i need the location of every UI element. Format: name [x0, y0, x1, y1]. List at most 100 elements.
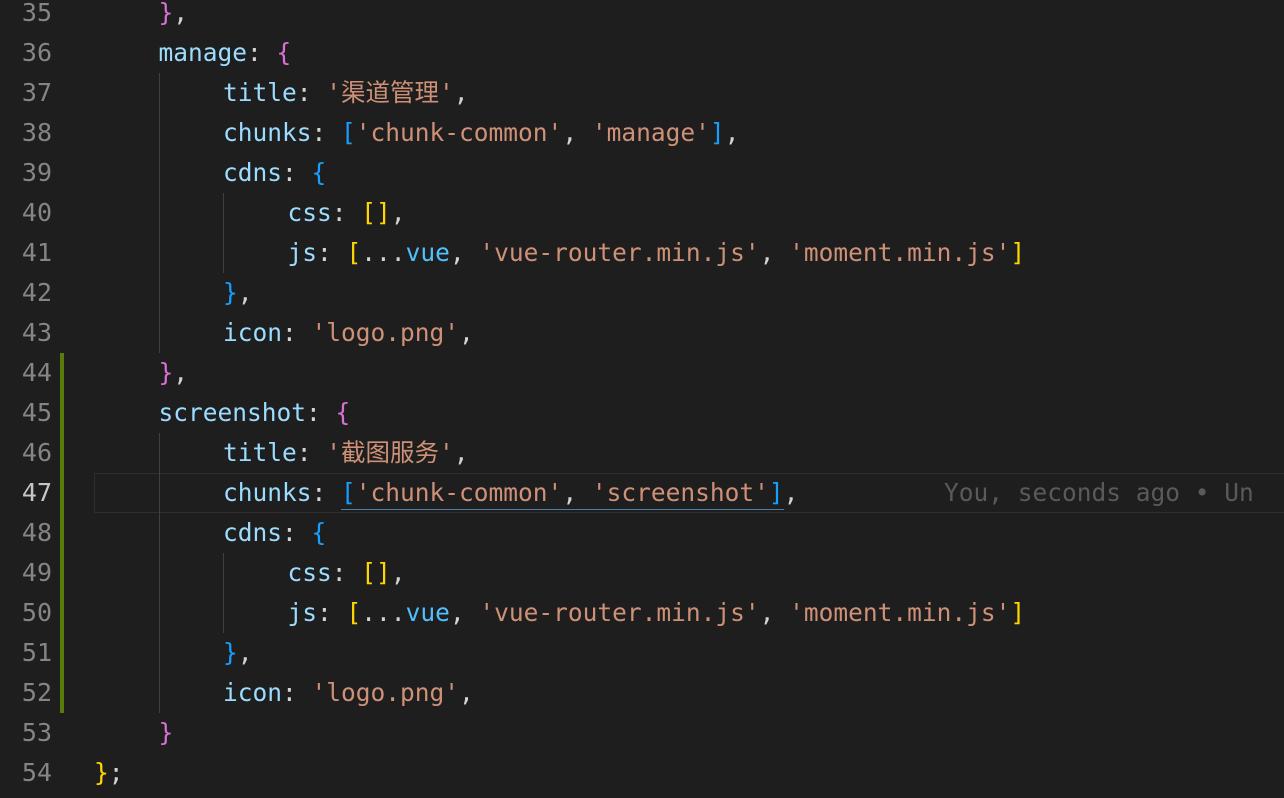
- code-token: icon: [223, 318, 283, 347]
- code-token: }: [94, 758, 109, 787]
- code-token: :: [306, 398, 336, 427]
- code-token: vue: [405, 238, 450, 267]
- code-line[interactable]: 46 title: '截图服务',: [0, 433, 1284, 473]
- line-number: 35: [21, 0, 52, 27]
- code-text: }: [159, 713, 174, 753]
- line-number: 52: [21, 678, 52, 707]
- code-text: js: [...vue, 'vue-router.min.js', 'momen…: [288, 233, 1026, 273]
- git-blame-annotation: You, seconds ago • Un: [944, 478, 1254, 507]
- line-number: 45: [21, 398, 52, 427]
- code-token: :: [331, 558, 362, 587]
- indent-guide: [158, 73, 160, 353]
- code-token: icon: [223, 678, 283, 707]
- code-line[interactable]: 52 icon: 'logo.png',: [0, 673, 1284, 713]
- code-token: css: [287, 198, 332, 227]
- code-token: cdns: [223, 158, 283, 187]
- git-change-indicator[interactable]: [60, 353, 64, 713]
- code-line[interactable]: 43 icon: 'logo.png',: [0, 313, 1284, 353]
- code-line[interactable]: 36 manage: {: [0, 33, 1284, 73]
- code-token: {: [335, 398, 351, 427]
- code-token: }: [223, 278, 238, 307]
- code-line[interactable]: 44},: [0, 353, 1284, 393]
- line-number: 48: [21, 518, 52, 547]
- code-token: :: [282, 518, 312, 547]
- code-editor[interactable]: 35}, 36 manage: {37 title: '渠道管理', 38 chunks:…: [0, 0, 1284, 798]
- code-token: ,: [453, 78, 469, 107]
- code-token: ,: [453, 438, 469, 467]
- code-line[interactable]: 49 css: [],: [0, 553, 1284, 593]
- line-number: 47: [21, 478, 52, 507]
- code-token: ;: [108, 758, 124, 787]
- code-line[interactable]: 48 cdns: {: [0, 513, 1284, 553]
- code-token: {: [311, 158, 327, 187]
- code-token: 'manage': [591, 118, 710, 147]
- line-number: 37: [21, 78, 52, 107]
- code-token: ,: [724, 118, 740, 147]
- code-line[interactable]: 47 chunks: ['chunk-common', 'screenshot']…: [0, 473, 1284, 513]
- code-token: ,: [562, 118, 592, 147]
- code-token: }: [158, 0, 174, 27]
- code-token: ]: [1010, 238, 1026, 267]
- line-number: 38: [21, 118, 52, 147]
- code-text: icon: 'logo.png',: [223, 313, 474, 353]
- code-text: },: [159, 353, 189, 393]
- code-token: ,: [173, 358, 189, 387]
- code-token: ,: [449, 598, 480, 627]
- code-token: chunks: [223, 478, 312, 507]
- code-text: },: [159, 0, 189, 33]
- code-token: {: [276, 38, 292, 67]
- code-token: ,: [237, 638, 253, 667]
- code-line[interactable]: 35},: [0, 0, 1284, 33]
- code-token: ,: [783, 478, 799, 507]
- code-token: ,: [449, 238, 480, 267]
- code-token: 'moment.min.js': [789, 238, 1011, 267]
- code-text: icon: 'logo.png',: [223, 673, 474, 713]
- code-token: ,: [759, 598, 790, 627]
- code-line[interactable]: 53}: [0, 713, 1284, 753]
- code-token: []: [361, 198, 391, 227]
- code-token: 'logo.png': [311, 678, 460, 707]
- code-token: :: [311, 478, 342, 507]
- code-line[interactable]: 50 js: [...vue, 'vue-router.min.js', 'mom…: [0, 593, 1284, 633]
- code-token: '截图服务': [326, 438, 454, 467]
- line-number: 54: [21, 758, 52, 787]
- code-line[interactable]: 40 css: [],: [0, 193, 1284, 233]
- code-token: :: [331, 198, 362, 227]
- code-token: 'vue-router.min.js': [479, 238, 760, 267]
- code-token: :: [296, 78, 327, 107]
- code-token: :: [317, 598, 347, 627]
- code-token: ]: [709, 118, 725, 147]
- code-line[interactable]: 41 js: [...vue, 'vue-router.min.js', 'mom…: [0, 233, 1284, 273]
- line-number: 40: [21, 198, 52, 227]
- indent-guide: [223, 193, 224, 273]
- code-token: ...: [361, 238, 406, 267]
- code-token: 'moment.min.js': [789, 598, 1011, 627]
- code-token: [: [346, 238, 362, 267]
- code-token: }: [223, 638, 238, 667]
- line-number: 46: [21, 438, 52, 467]
- code-line[interactable]: 42},: [0, 273, 1284, 313]
- code-token: ,: [390, 198, 406, 227]
- code-token: :: [282, 678, 312, 707]
- code-token: [: [341, 118, 356, 147]
- code-text: css: [],: [288, 193, 406, 233]
- code-line[interactable]: 38 chunks: ['chunk-common', 'manage'],: [0, 113, 1284, 153]
- code-text: chunks: ['chunk-common', 'manage'],: [223, 113, 739, 153]
- code-token: ,: [173, 0, 189, 27]
- code-line[interactable]: 37 title: '渠道管理',: [0, 73, 1284, 113]
- indent-guide: [158, 433, 160, 713]
- line-number: 49: [21, 558, 52, 587]
- code-line[interactable]: 39 cdns: {: [0, 153, 1284, 193]
- code-token: [: [346, 598, 362, 627]
- code-token: :: [247, 38, 277, 67]
- code-token: title: [223, 78, 297, 107]
- code-token: cdns: [223, 518, 283, 547]
- code-line[interactable]: 51},: [0, 633, 1284, 673]
- code-line[interactable]: 54};: [0, 753, 1284, 793]
- code-text: cdns: {: [223, 153, 326, 193]
- code-text: title: '截图服务',: [223, 433, 469, 473]
- code-line[interactable]: 45 screenshot: {: [0, 393, 1284, 433]
- code-token: :: [311, 118, 342, 147]
- code-token: 'chunk-common': [355, 118, 563, 147]
- code-text: screenshot: {: [159, 393, 351, 433]
